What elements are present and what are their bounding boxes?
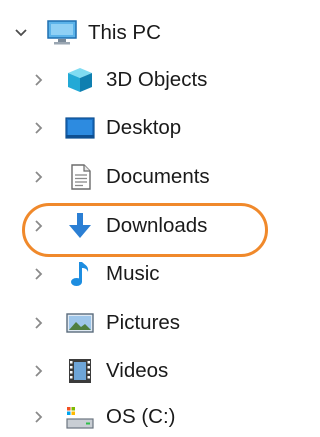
drive-icon: [66, 407, 94, 429]
videos-icon: [69, 359, 91, 383]
chevron-right-icon[interactable]: [29, 70, 49, 90]
tree-item-label: 3D Objects: [106, 68, 208, 91]
chevron-right-icon[interactable]: [29, 118, 49, 138]
tree-item-pictures[interactable]: Pictures: [0, 303, 297, 343]
3d-objects-icon: [68, 68, 92, 92]
tree-item-videos[interactable]: Videos: [0, 351, 297, 391]
tree-item-label: Downloads: [106, 214, 208, 237]
tree-item-label: Pictures: [106, 311, 181, 334]
tree-item-3d-objects[interactable]: 3D Objects: [0, 60, 297, 100]
pictures-icon: [66, 313, 94, 333]
tree-item-label: Desktop: [106, 116, 182, 139]
chevron-right-icon[interactable]: [29, 313, 49, 333]
chevron-right-icon[interactable]: [29, 167, 49, 187]
tree-item-label: Documents: [106, 165, 210, 188]
tree-item-label: Music: [106, 262, 160, 285]
tree-item-desktop[interactable]: Desktop: [0, 108, 297, 148]
documents-icon: [71, 164, 91, 190]
tree-item-music[interactable]: Music: [0, 254, 297, 294]
tree-item-documents[interactable]: Documents: [0, 157, 297, 197]
chevron-right-icon[interactable]: [29, 264, 49, 284]
music-note-icon: [71, 262, 89, 286]
tree-item-downloads[interactable]: Downloads: [0, 206, 297, 246]
downloads-icon: [69, 213, 91, 238]
monitor-icon: [47, 20, 77, 45]
chevron-right-icon[interactable]: [29, 216, 49, 236]
chevron-right-icon[interactable]: [29, 407, 49, 427]
chevron-right-icon[interactable]: [29, 361, 49, 381]
tree-item-label: This PC: [88, 21, 161, 44]
navigation-tree: This PC 3D Objects Desktop Documents Dow…: [0, 0, 297, 430]
tree-item-label: Videos: [106, 359, 169, 382]
desktop-folder-icon: [65, 117, 95, 139]
tree-item-this-pc[interactable]: This PC: [0, 13, 297, 53]
tree-item-os-c[interactable]: OS (C:): [0, 397, 297, 437]
chevron-down-icon[interactable]: [11, 23, 31, 43]
tree-item-label: OS (C:): [106, 405, 176, 428]
